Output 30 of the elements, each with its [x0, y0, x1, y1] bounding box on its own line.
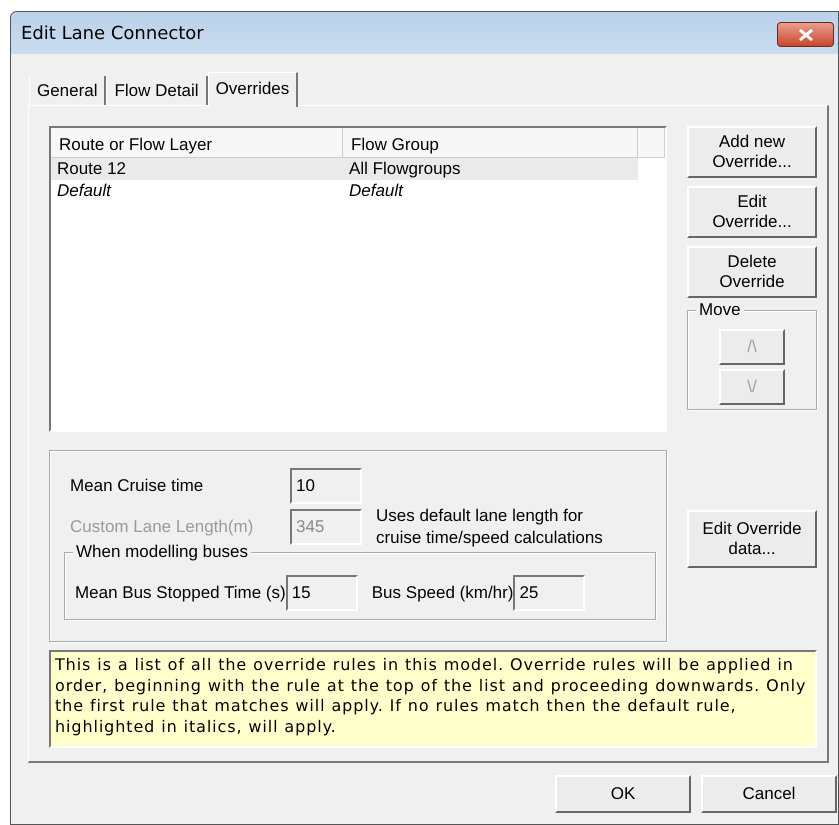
- override-button[interactable]: Delete Override: [687, 246, 817, 298]
- tab[interactable]: Flow Detail: [106, 76, 208, 105]
- window-title: Edit Lane Connector: [21, 22, 204, 44]
- table-cell-text: All Flowgroups: [348, 159, 462, 179]
- field-label: Custom Lane Length(m): [70, 517, 254, 537]
- table-cell-text: Route 12: [56, 159, 127, 179]
- field-label: Mean Bus Stopped Time (s): [75, 583, 286, 603]
- column-header[interactable]: Route or Flow Layer: [51, 128, 343, 158]
- close-icon: [798, 28, 814, 40]
- table-cell-text: Default: [348, 181, 404, 201]
- close-button[interactable]: [777, 22, 834, 47]
- input-field[interactable]: 25: [513, 575, 586, 611]
- input-field[interactable]: 15: [286, 575, 358, 611]
- tab[interactable]: General: [29, 76, 106, 105]
- input-field[interactable]: 10: [290, 468, 362, 504]
- dialog-button[interactable]: Cancel: [701, 775, 837, 813]
- column-header[interactable]: Flow Group: [343, 128, 638, 158]
- override-button[interactable]: Edit Override...: [687, 186, 817, 238]
- tab[interactable]: Overrides: [208, 72, 298, 107]
- override-button[interactable]: Add new Override...: [687, 126, 817, 178]
- edit-data-button[interactable]: Edit Override data...: [687, 510, 817, 568]
- field-label: Mean Cruise time: [70, 476, 204, 496]
- list-row[interactable]: Route 12 All Flowgroups: [51, 158, 638, 180]
- note-text: Uses default lane length for cruise time/speed calculations: [376, 505, 603, 549]
- info-text: This is a list of all the override rules in this model. Override rules will be applied in order, beginning with the rule at the top of the list and proceeding downwards. Only the first rule that matches will apply. If no rules match then the default rule, highlighted in italics, will apply.: [49, 650, 817, 748]
- list-row[interactable]: Default Default: [51, 180, 638, 202]
- dialog-button[interactable]: OK: [555, 775, 691, 813]
- group-title: When modelling buses: [73, 542, 251, 562]
- table-cell-text: Default: [56, 181, 112, 201]
- field-label: Bus Speed (km/hr): [372, 583, 514, 603]
